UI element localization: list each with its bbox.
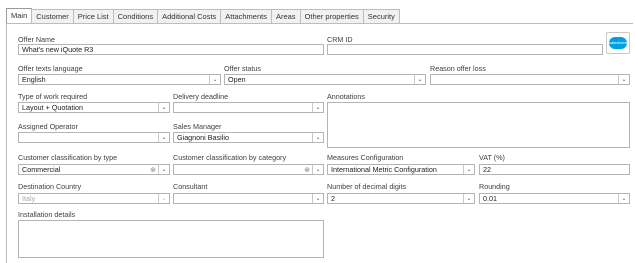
- chevron-down-icon[interactable]: ⌄: [209, 75, 220, 84]
- chevron-down-icon[interactable]: ⌄: [158, 194, 169, 203]
- customer-class-category-label: Customer classification by category: [173, 153, 287, 162]
- reason-offer-loss-label: Reason offer loss: [430, 64, 486, 73]
- tab-main[interactable]: Main: [6, 8, 33, 24]
- delivery-deadline-select[interactable]: ⌄: [173, 102, 324, 113]
- customer-class-type-value: Commercial: [22, 165, 61, 174]
- installation-details-textarea[interactable]: [18, 220, 324, 258]
- tab-attachments[interactable]: Attachments: [220, 9, 272, 23]
- decimal-digits-select[interactable]: 2 ⌄: [327, 193, 475, 204]
- offer-name-input[interactable]: What's new iQuote R3: [18, 44, 324, 55]
- chevron-down-icon[interactable]: ⌄: [158, 133, 169, 142]
- vat-value: 22: [483, 165, 491, 174]
- destination-country-select[interactable]: Italy ⌄: [18, 193, 170, 204]
- sales-manager-label: Sales Manager: [173, 122, 222, 131]
- tab-other-properties[interactable]: Other properties: [299, 9, 364, 23]
- chevron-down-icon[interactable]: ⌄: [312, 165, 323, 174]
- offer-name-value: What's new iQuote R3: [22, 45, 94, 54]
- chevron-down-icon[interactable]: ⌄: [312, 194, 323, 203]
- tab-conditions[interactable]: Conditions: [112, 9, 159, 23]
- clear-circle-icon[interactable]: ⊗: [302, 165, 312, 174]
- clear-circle-icon[interactable]: ⊗: [148, 165, 158, 174]
- rounding-select[interactable]: 0.01 ⌄: [479, 193, 630, 204]
- consultant-select[interactable]: ⌄: [173, 193, 324, 204]
- destination-country-value: Italy: [22, 194, 36, 203]
- chevron-down-icon[interactable]: ⌄: [312, 133, 323, 142]
- type-of-work-value: Layout + Quotation: [22, 103, 83, 112]
- customer-class-type-label: Customer classification by type: [18, 153, 118, 162]
- chevron-down-icon[interactable]: ⌄: [158, 165, 169, 174]
- sales-manager-value: Giagnoni Basilio: [177, 133, 229, 142]
- installation-details-label: Installation details: [18, 210, 76, 219]
- tab-customer[interactable]: Customer: [31, 9, 74, 23]
- salesforce-logo-icon: salesforce: [609, 37, 627, 49]
- rounding-label: Rounding: [479, 182, 510, 191]
- assigned-operator-label: Assigned Operator: [18, 122, 78, 131]
- tab-price-list[interactable]: Price List: [72, 9, 114, 23]
- offer-texts-language-select[interactable]: English ⌄: [18, 74, 221, 85]
- vat-label: VAT (%): [479, 153, 505, 162]
- offer-status-value: Open: [228, 75, 246, 84]
- tab-additional-costs[interactable]: Additional Costs: [157, 9, 222, 23]
- chevron-down-icon[interactable]: ⌄: [463, 194, 474, 203]
- tab-bar: Main Customer Price List Conditions Addi…: [6, 8, 400, 24]
- customer-class-category-select[interactable]: ⊗ ⌄: [173, 164, 324, 175]
- chevron-down-icon[interactable]: ⌄: [158, 103, 169, 112]
- type-of-work-select[interactable]: Layout + Quotation ⌄: [18, 102, 170, 113]
- chevron-down-icon[interactable]: ⌄: [312, 103, 323, 112]
- annotations-textarea[interactable]: [327, 102, 630, 148]
- annotations-label: Annotations: [327, 92, 365, 101]
- salesforce-button[interactable]: salesforce: [606, 32, 630, 54]
- destination-country-label: Destination Country: [18, 182, 82, 191]
- tab-security[interactable]: Security: [362, 9, 400, 23]
- measures-config-value: International Metric Configuration: [331, 165, 437, 174]
- crm-id-label: CRM ID: [327, 35, 353, 44]
- vat-input[interactable]: 22: [479, 164, 630, 175]
- offer-texts-language-label: Offer texts language: [18, 64, 83, 73]
- decimal-digits-value: 2: [331, 194, 335, 203]
- offer-status-select[interactable]: Open ⌄: [224, 74, 426, 85]
- offer-name-label: Offer Name: [18, 35, 56, 44]
- chevron-down-icon[interactable]: ⌄: [618, 194, 629, 203]
- type-of-work-label: Type of work required: [18, 92, 88, 101]
- offer-texts-language-value: English: [22, 75, 46, 84]
- delivery-deadline-label: Delivery deadline: [173, 92, 229, 101]
- offer-status-label: Offer status: [224, 64, 262, 73]
- rounding-value: 0.01: [483, 194, 497, 203]
- customer-class-type-select[interactable]: Commercial ⊗ ⌄: [18, 164, 170, 175]
- measures-config-select[interactable]: International Metric Configuration ⌄: [327, 164, 475, 175]
- chevron-down-icon[interactable]: ⌄: [414, 75, 425, 84]
- chevron-down-icon[interactable]: ⌄: [618, 75, 629, 84]
- assigned-operator-select[interactable]: ⌄: [18, 132, 170, 143]
- tab-areas[interactable]: Areas: [270, 9, 301, 23]
- decimal-digits-label: Number of decimal digits: [327, 182, 407, 191]
- consultant-label: Consultant: [173, 182, 208, 191]
- reason-offer-loss-select[interactable]: ⌄: [430, 74, 630, 85]
- sales-manager-select[interactable]: Giagnoni Basilio ⌄: [173, 132, 324, 143]
- crm-id-input[interactable]: [327, 44, 603, 55]
- measures-config-label: Measures Configuration: [327, 153, 404, 162]
- chevron-down-icon[interactable]: ⌄: [463, 165, 474, 174]
